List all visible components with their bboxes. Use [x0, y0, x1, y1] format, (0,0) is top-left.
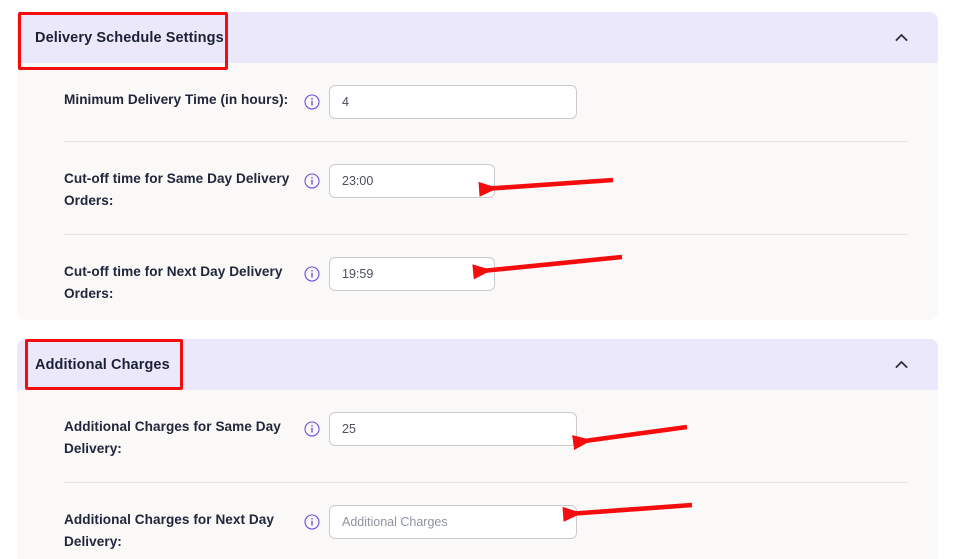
field-label: Additional Charges for Same Day Delivery…	[64, 419, 281, 456]
chevron-up-icon[interactable]	[894, 358, 908, 372]
panel-additional-charges: Additional Charges Additional Charges fo…	[17, 339, 938, 559]
cutoff-next-day-input[interactable]	[329, 257, 495, 291]
additional-charges-next-day-input[interactable]	[329, 505, 577, 539]
additional-charges-same-day-input[interactable]	[329, 412, 577, 446]
field-row-minimum-delivery-time: Minimum Delivery Time (in hours):	[64, 63, 908, 141]
field-row-cutoff-same-day: Cut-off time for Same Day Delivery Order…	[64, 141, 908, 234]
panel-header-delivery-schedule-settings[interactable]: Delivery Schedule Settings	[17, 12, 938, 63]
field-label: Minimum Delivery Time (in hours):	[64, 92, 289, 107]
panel-body-additional-charges: Additional Charges for Same Day Delivery…	[17, 390, 938, 559]
settings-page: Delivery Schedule Settings Minimum Deliv…	[0, 0, 976, 559]
info-circle-icon[interactable]	[304, 421, 320, 437]
panel-body-delivery-schedule-settings: Minimum Delivery Time (in hours): Cut-of…	[17, 63, 938, 320]
field-label: Cut-off time for Same Day Delivery Order…	[64, 171, 290, 208]
info-circle-icon[interactable]	[304, 514, 320, 530]
panel-title: Delivery Schedule Settings	[35, 29, 224, 46]
field-label: Additional Charges for Next Day Delivery…	[64, 512, 275, 549]
cutoff-same-day-input[interactable]	[329, 164, 495, 198]
panel-header-additional-charges[interactable]: Additional Charges	[17, 339, 938, 390]
chevron-up-icon[interactable]	[894, 31, 908, 45]
field-row-cutoff-next-day: Cut-off time for Next Day Delivery Order…	[64, 234, 908, 320]
field-row-additional-charges-same-day: Additional Charges for Same Day Delivery…	[64, 390, 908, 482]
info-circle-icon[interactable]	[304, 266, 320, 282]
panel-title: Additional Charges	[35, 356, 170, 373]
info-circle-icon[interactable]	[304, 173, 320, 189]
minimum-delivery-time-input[interactable]	[329, 85, 577, 119]
info-circle-icon[interactable]	[304, 94, 320, 110]
field-row-additional-charges-next-day: Additional Charges for Next Day Delivery…	[64, 482, 908, 559]
panel-delivery-schedule-settings: Delivery Schedule Settings Minimum Deliv…	[17, 12, 938, 320]
field-label: Cut-off time for Next Day Delivery Order…	[64, 264, 283, 301]
